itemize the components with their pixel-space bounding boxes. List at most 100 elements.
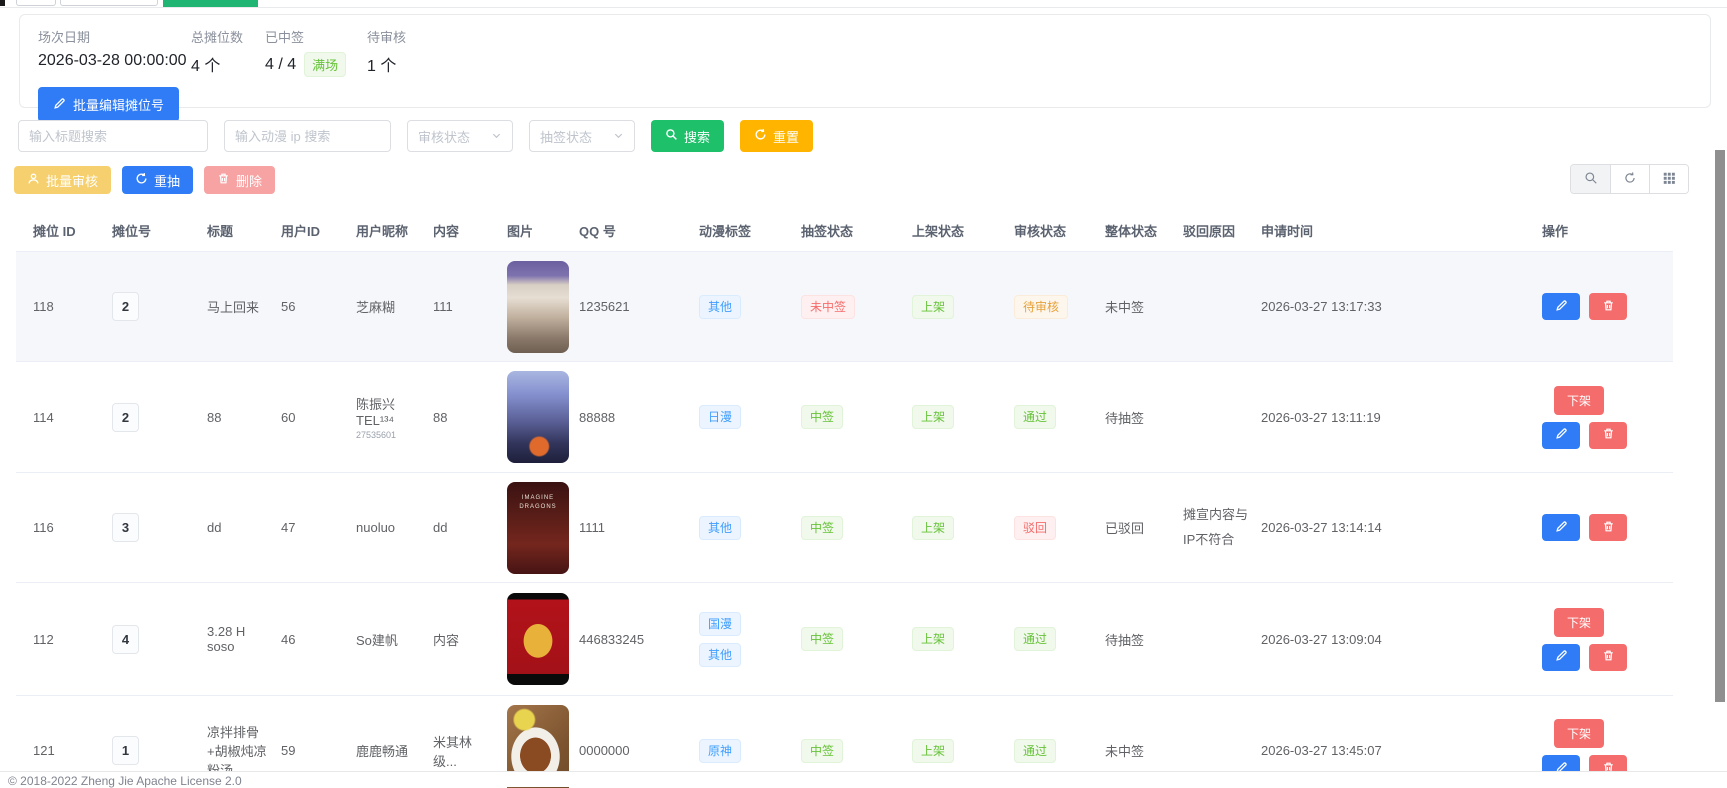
edit-row-button[interactable] bbox=[1542, 293, 1580, 320]
booth-no-box: 2 bbox=[112, 403, 139, 432]
edit-row-button[interactable] bbox=[1542, 514, 1580, 541]
poster-text: IMAGINE DRAGONS bbox=[507, 494, 569, 513]
delete-row-button[interactable] bbox=[1589, 422, 1627, 449]
col-overall-status: 整体状态 bbox=[1099, 210, 1177, 252]
col-nickname: 用户昵称 bbox=[350, 210, 427, 252]
booth-photo[interactable] bbox=[507, 593, 569, 685]
batch-review-button[interactable]: 批量审核 bbox=[14, 166, 111, 194]
col-image: 图片 bbox=[501, 210, 573, 252]
overall-status: 待抽签 bbox=[1099, 583, 1177, 696]
search-icon-button[interactable] bbox=[1571, 165, 1610, 193]
qq-number: 1111 bbox=[573, 473, 693, 583]
search-icon bbox=[1584, 171, 1598, 188]
draw-status-tag: 中签 bbox=[801, 739, 843, 763]
user-nickname: So建帆 bbox=[350, 583, 427, 696]
delete-row-button[interactable] bbox=[1589, 514, 1627, 541]
chrome-fragment-notch bbox=[0, 0, 5, 6]
delete-label: 删除 bbox=[236, 171, 262, 190]
search-button-label: 搜索 bbox=[684, 127, 710, 146]
booth-table: 摊位 ID 摊位号 标题 用户ID 用户昵称 内容 图片 QQ 号 动漫标签 抽… bbox=[16, 210, 1689, 788]
delete-row-button[interactable] bbox=[1589, 293, 1627, 320]
trash-icon bbox=[1602, 427, 1615, 443]
pencil-icon bbox=[1555, 520, 1568, 536]
booth-photo[interactable]: IMAGINE DRAGONS bbox=[507, 482, 569, 574]
table-row: 116 3 dd 47 nuoluo dd IMAGINE DRAGONS 11… bbox=[16, 473, 1673, 583]
chevron-down-icon bbox=[613, 129, 624, 144]
review-status-tag: 通过 bbox=[1014, 405, 1056, 429]
booth-id: 114 bbox=[16, 362, 106, 473]
batch-edit-booth-no-button[interactable]: 批量编辑摊位号 bbox=[38, 87, 179, 122]
action-bar: 批量审核 重抽 删除 bbox=[14, 166, 1711, 194]
col-operations: 操作 bbox=[1536, 210, 1673, 252]
anime-tag: 其他 bbox=[699, 516, 741, 540]
shelf-status-tag: 上架 bbox=[912, 627, 954, 651]
redraw-button[interactable]: 重抽 bbox=[122, 166, 193, 194]
review-status-select[interactable]: 审核状态 bbox=[407, 120, 513, 152]
title-search-input[interactable] bbox=[18, 120, 208, 152]
chrome-fragment-tab bbox=[60, 0, 158, 6]
reject-reason bbox=[1177, 583, 1255, 696]
review-status-tag: 通过 bbox=[1014, 739, 1056, 763]
grid-icon-button[interactable] bbox=[1649, 165, 1688, 193]
booth-title: 88 bbox=[201, 362, 275, 473]
reset-button-label: 重置 bbox=[773, 127, 799, 146]
booth-photo[interactable] bbox=[507, 261, 569, 353]
refresh-icon bbox=[1623, 171, 1637, 188]
reject-reason bbox=[1177, 252, 1255, 362]
review-status-tag: 驳回 bbox=[1014, 516, 1056, 540]
draw-status-tag: 中签 bbox=[801, 627, 843, 651]
off-shelf-button[interactable]: 下架 bbox=[1554, 386, 1604, 415]
col-reject-reason: 驳回原因 bbox=[1177, 210, 1255, 252]
search-button[interactable]: 搜索 bbox=[651, 120, 724, 152]
draw-status-tag: 未中签 bbox=[801, 295, 855, 319]
col-anime-tag: 动漫标签 bbox=[693, 210, 795, 252]
copyright-text: © 2018-2022 Zheng Jie Apache License 2.0 bbox=[8, 774, 242, 788]
booth-title: dd bbox=[201, 473, 275, 583]
overall-status: 未中签 bbox=[1099, 252, 1177, 362]
user-id: 56 bbox=[275, 252, 350, 362]
table-row: 118 2 马上回来 56 芝麻糊 111 1235621 其他 未中签 上架 … bbox=[16, 252, 1673, 362]
delete-row-button[interactable] bbox=[1589, 644, 1627, 671]
apply-time: 2026-03-27 13:09:04 bbox=[1255, 583, 1536, 696]
draw-status-select-placeholder: 抽签状态 bbox=[540, 127, 592, 146]
footer: © 2018-2022 Zheng Jie Apache License 2.0 bbox=[0, 771, 1727, 787]
user-nickname: nuoluo bbox=[350, 473, 427, 583]
pencil-icon bbox=[1555, 427, 1568, 443]
review-status-select-placeholder: 审核状态 bbox=[418, 127, 470, 146]
edit-row-button[interactable] bbox=[1542, 422, 1580, 449]
redraw-label: 重抽 bbox=[154, 171, 180, 190]
off-shelf-button[interactable]: 下架 bbox=[1554, 719, 1604, 748]
booth-id: 118 bbox=[16, 252, 106, 362]
qq-number: 88888 bbox=[573, 362, 693, 473]
trash-icon bbox=[1602, 299, 1615, 315]
vertical-scrollbar[interactable] bbox=[1715, 150, 1725, 702]
reject-reason: 摊宣内容与IP不符合 bbox=[1177, 473, 1255, 583]
won-label: 已中签 bbox=[265, 27, 367, 46]
draw-status-select[interactable]: 抽签状态 bbox=[529, 120, 635, 152]
pencil-icon bbox=[1555, 649, 1568, 665]
overall-status: 待抽签 bbox=[1099, 362, 1177, 473]
pending-review-label: 待审核 bbox=[367, 27, 406, 46]
edit-row-button[interactable] bbox=[1542, 644, 1580, 671]
col-shelf-status: 上架状态 bbox=[906, 210, 1008, 252]
won-value: 4 / 4 bbox=[265, 56, 296, 74]
review-status-tag: 通过 bbox=[1014, 627, 1056, 651]
full-session-badge: 满场 bbox=[304, 52, 346, 77]
won-stat: 已中签 4 / 4 满场 bbox=[265, 27, 367, 77]
reset-button[interactable]: 重置 bbox=[740, 120, 813, 152]
refresh-icon-button[interactable] bbox=[1610, 165, 1649, 193]
off-shelf-button[interactable]: 下架 bbox=[1554, 608, 1604, 637]
apply-time: 2026-03-27 13:14:14 bbox=[1255, 473, 1536, 583]
batch-edit-booth-no-label: 批量编辑摊位号 bbox=[73, 95, 164, 114]
user-id: 47 bbox=[275, 473, 350, 583]
pending-review-value: 1 个 bbox=[367, 52, 406, 76]
delete-button[interactable]: 删除 bbox=[204, 166, 275, 194]
booth-photo[interactable] bbox=[507, 371, 569, 463]
booth-content: 88 bbox=[427, 362, 501, 473]
pencil-icon bbox=[53, 97, 66, 113]
col-booth-id: 摊位 ID bbox=[16, 210, 106, 252]
anime-ip-search-input[interactable] bbox=[224, 120, 391, 152]
anime-tag: 其他 bbox=[699, 295, 741, 319]
refresh-icon bbox=[135, 172, 148, 188]
user-nickname-sub: 27535601 bbox=[356, 430, 421, 440]
